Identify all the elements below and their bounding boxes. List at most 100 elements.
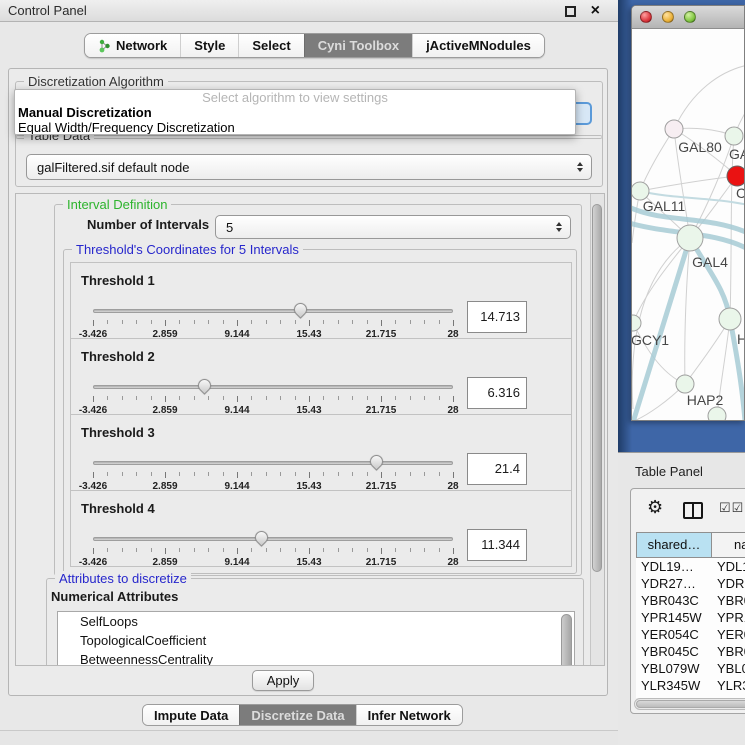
table-row[interactable]: YPR145WYPR14 [636, 609, 745, 626]
combo-stepper-icon [556, 222, 562, 232]
tab-select[interactable]: Select [238, 34, 303, 57]
table-row[interactable]: YLR345WYLR34 [636, 677, 745, 694]
threshold-value-field[interactable]: 6.316 [467, 377, 527, 409]
table-row[interactable]: YDL19…YDL19 [636, 558, 745, 575]
algorithm-prompt-item[interactable]: Select algorithm to view settings [15, 90, 575, 105]
network-node-label: GAL11 [643, 198, 686, 214]
close-icon[interactable]: × [591, 0, 600, 22]
network-node-label: H [737, 331, 745, 347]
slider-thumb-icon[interactable] [368, 452, 386, 470]
tab-discretize-data[interactable]: Discretize Data [239, 705, 355, 725]
table-horizontal-scrollbar[interactable] [634, 698, 745, 710]
slider-thumb-icon[interactable] [195, 376, 213, 394]
control-panel: Control Panel × Network Style Select Cyn… [0, 0, 618, 745]
table-row[interactable]: YBL079WYBL07 [636, 660, 745, 677]
control-panel-tabbar: Network Style Select Cyni Toolbox jActiv… [84, 33, 545, 58]
network-node-gal80[interactable] [665, 120, 683, 138]
threshold-value-field[interactable]: 21.4 [467, 453, 527, 485]
float-window-icon[interactable] [565, 6, 576, 17]
minimize-traffic-icon[interactable] [662, 11, 674, 23]
table-data-value: galFiltered.sif default node [37, 160, 189, 175]
column-header-name[interactable]: na [712, 532, 745, 558]
threshold-coordinates-label: Threshold's Coordinates for 5 Intervals [72, 242, 303, 257]
threshold-slider[interactable]: -3.4262.8599.14415.4321.71528 [93, 531, 453, 567]
table-data-group: Table Data galFiltered.sif default node [15, 135, 603, 187]
threshold-slider[interactable]: -3.4262.8599.14415.4321.71528 [93, 303, 453, 339]
table-rows: YDL19…YDL19 YDR27…YDR27 YBR043CYBR04 YPR… [636, 558, 745, 698]
cyni-toolbox-panel: Discretization Algorithm Select algorith… [8, 68, 608, 696]
settings-scrollbar[interactable] [590, 194, 604, 665]
numerical-attributes-label: Numerical Attributes [51, 589, 178, 604]
tab-network-label: Network [116, 38, 167, 53]
list-item[interactable]: SelfLoops [58, 612, 574, 631]
tab-network[interactable]: Network [85, 34, 180, 57]
threshold-row: Threshold 4 -3.4262.8599.14415.4321.7152… [70, 490, 572, 567]
number-of-intervals-combobox[interactable]: 5 [215, 215, 571, 239]
algorithm-item-equal-width[interactable]: Equal Width/Frequency Discretization [15, 120, 575, 135]
threshold-slider[interactable]: -3.4262.8599.14415.4321.71528 [93, 455, 453, 491]
threshold-value-field[interactable]: 14.713 [467, 301, 527, 333]
slider-track[interactable] [93, 309, 453, 313]
network-icon [98, 39, 111, 53]
number-of-intervals-value: 5 [226, 220, 233, 235]
network-node-label: GCY1 [632, 332, 669, 348]
cytoscape-desktop: GAL80 GA C GAL11 GAL4 GCY1 H HAP2 [618, 0, 745, 452]
discretization-algorithm-label: Discretization Algorithm [24, 74, 168, 89]
slider-tick-labels: -3.4262.8599.14415.4321.71528 [93, 557, 453, 568]
network-node-selected-red[interactable] [727, 166, 745, 186]
table-data-combobox[interactable]: galFiltered.sif default node [26, 154, 592, 180]
network-canvas[interactable]: GAL80 GA C GAL11 GAL4 GCY1 H HAP2 [632, 29, 745, 421]
list-scrollbar[interactable] [561, 614, 572, 666]
threshold-value-field[interactable]: 11.344 [467, 529, 527, 561]
interval-definition-group: Interval Definition Number of Intervals … [54, 204, 582, 576]
threshold-label: Threshold 2 [81, 349, 155, 364]
network-node[interactable] [708, 407, 726, 421]
column-header-shared-name[interactable]: shared… [636, 532, 712, 558]
table-row[interactable]: YBR043CYBR04 [636, 592, 745, 609]
table-row[interactable]: YDR27…YDR27 [636, 575, 745, 592]
apply-button[interactable]: Apply [252, 670, 314, 691]
number-of-intervals-label: Number of Intervals [87, 217, 209, 232]
settings-scroll-viewport: Interval Definition Number of Intervals … [15, 193, 605, 666]
network-window-titlebar[interactable] [632, 6, 744, 29]
network-view-window[interactable]: GAL80 GA C GAL11 GAL4 GCY1 H HAP2 [631, 5, 745, 421]
algorithm-item-manual[interactable]: Manual Discretization [15, 105, 575, 120]
select-columns-icon[interactable]: ☑☑ [719, 500, 744, 516]
table-panel: Table Panel ⚙ ☑☑ shared… na YDL19…YDL19 … [618, 452, 745, 745]
tab-cyni-toolbox[interactable]: Cyni Toolbox [304, 34, 412, 57]
close-traffic-icon[interactable] [640, 11, 652, 23]
gear-icon[interactable]: ⚙ [647, 497, 663, 518]
table-row[interactable]: YBR045CYBR04 [636, 643, 745, 660]
network-node-gal4[interactable] [677, 225, 703, 251]
list-item[interactable]: TopologicalCoefficient [58, 631, 574, 650]
zoom-traffic-icon[interactable] [684, 11, 696, 23]
threshold-slider[interactable]: -3.4262.8599.14415.4321.71528 [93, 379, 453, 415]
slider-thumb-icon[interactable] [291, 300, 309, 318]
column-layout-icon[interactable] [683, 502, 703, 519]
algorithm-dropdown-popup: Select algorithm to view settings Manual… [14, 89, 576, 135]
node-attribute-table: shared… na YDL19…YDL19 YDR27…YDR27 YBR04… [636, 532, 745, 558]
slider-track[interactable] [93, 461, 453, 465]
network-node-label: C [736, 185, 745, 201]
attributes-to-discretize-group: Attributes to discretize Numerical Attri… [46, 578, 584, 666]
tab-infer-network[interactable]: Infer Network [356, 705, 462, 725]
tab-impute-data[interactable]: Impute Data [143, 705, 239, 725]
slider-ticks [93, 396, 453, 403]
table-row[interactable]: YER054CYER05 [636, 626, 745, 643]
table-panel-body: ⚙ ☑☑ shared… na YDL19…YDL19 YDR27…YDR27 … [630, 488, 745, 714]
slider-track[interactable] [93, 385, 453, 389]
slider-ticks [93, 472, 453, 479]
list-item[interactable]: BetweennessCentrality [58, 650, 574, 666]
table-panel-title: Table Panel [635, 464, 703, 479]
threshold-row: Threshold 1 -3.4262.8599.14415.4321.7152… [70, 262, 572, 339]
slider-track[interactable] [93, 537, 453, 541]
network-node[interactable] [725, 127, 743, 145]
network-node-label: GA [729, 146, 745, 162]
network-node-hap2[interactable] [676, 375, 694, 393]
slider-thumb-icon[interactable] [252, 528, 270, 546]
numerical-attributes-list[interactable]: SelfLoops TopologicalCoefficient Between… [57, 611, 575, 666]
network-node-label: HAP2 [687, 392, 724, 408]
tab-style[interactable]: Style [180, 34, 238, 57]
network-node[interactable] [719, 308, 741, 330]
tab-jactivemnodules[interactable]: jActiveMNodules [412, 34, 544, 57]
